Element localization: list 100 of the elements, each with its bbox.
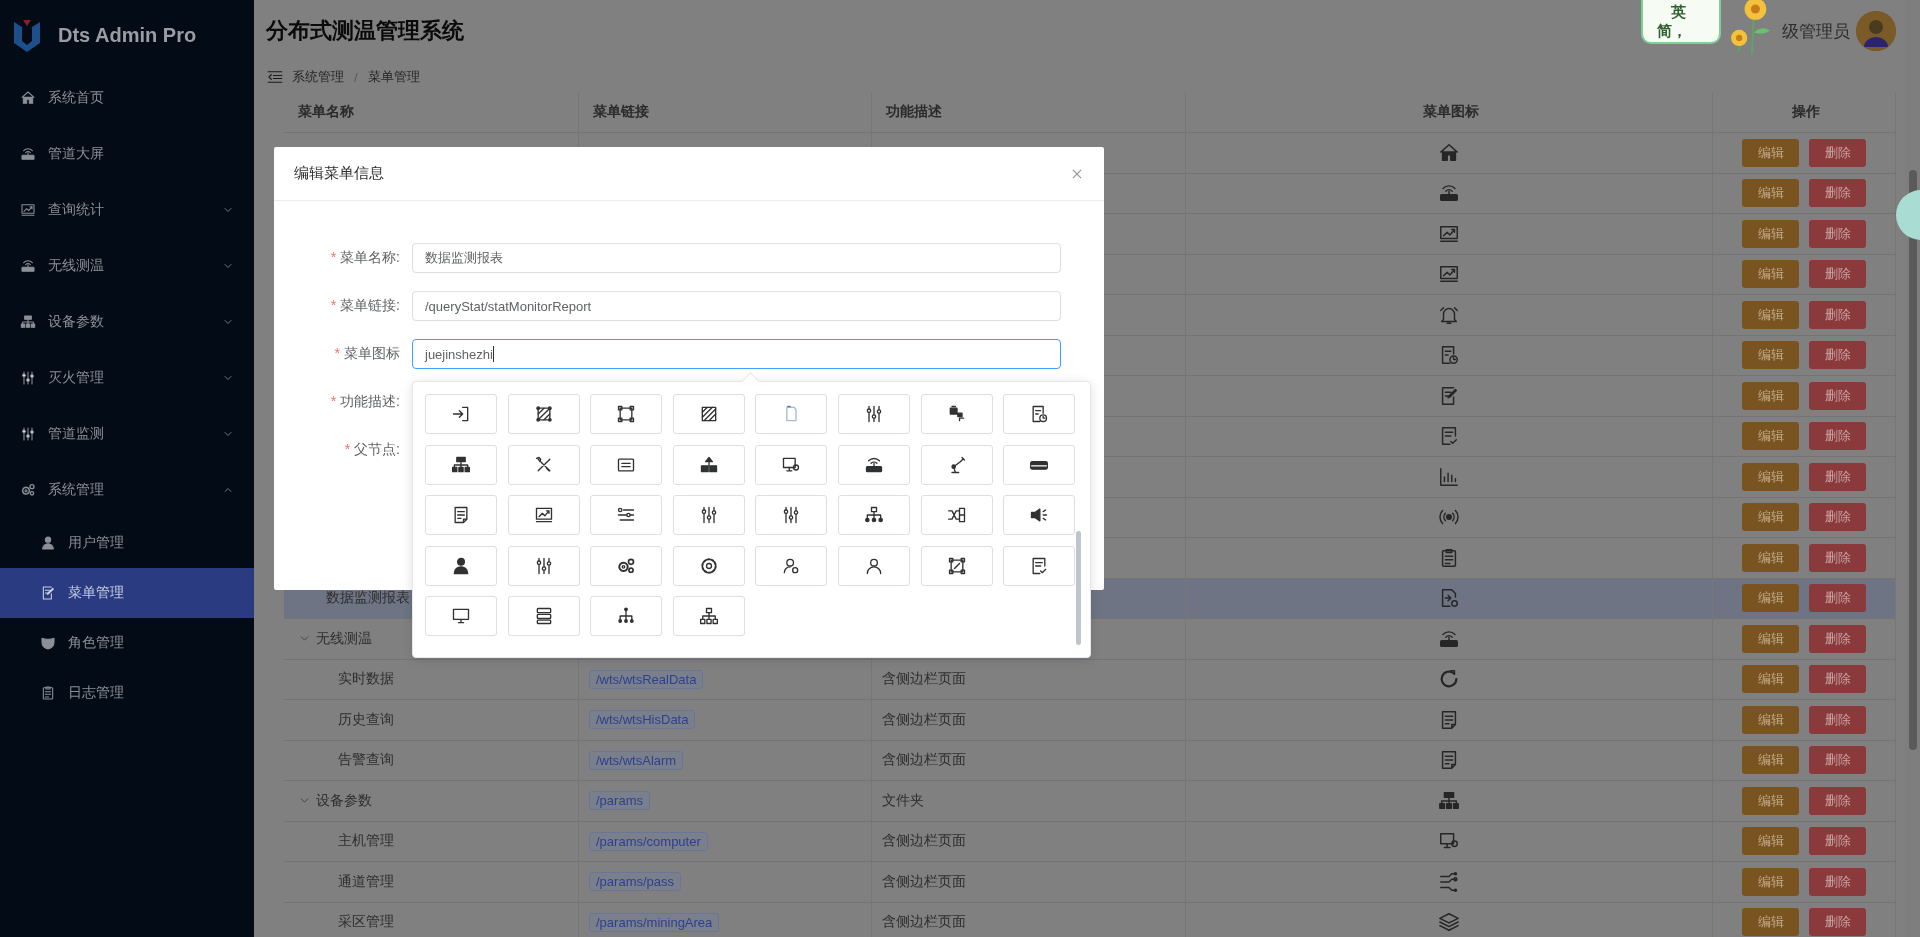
edit-button[interactable]: 编辑	[1742, 462, 1799, 491]
submenu-item[interactable]: 用户管理	[0, 518, 254, 568]
icon-option[interactable]	[1003, 394, 1076, 434]
input-field[interactable]: juejinshezhi	[412, 339, 1061, 369]
edit-button[interactable]: 编辑	[1742, 746, 1799, 775]
icon-option[interactable]	[590, 545, 663, 586]
delete-button[interactable]: 删除	[1809, 341, 1866, 370]
delete-button[interactable]: 删除	[1809, 219, 1866, 248]
description-text: 含侧边栏页面	[882, 872, 966, 891]
icon-option[interactable]	[507, 495, 580, 535]
icon-option[interactable]	[920, 495, 993, 535]
network-icon	[1438, 789, 1460, 812]
icon-option[interactable]	[590, 394, 663, 434]
icon-option[interactable]	[672, 596, 745, 636]
breadcrumb-item[interactable]: 菜单管理	[367, 68, 420, 86]
description-text: 含侧边栏页面	[882, 832, 966, 851]
column-header: 操作	[1792, 103, 1820, 121]
icon-option[interactable]	[425, 444, 497, 485]
edit-button[interactable]: 编辑	[1742, 219, 1799, 248]
required-mark: *	[330, 249, 337, 265]
scrollbar-thumb[interactable]	[1908, 170, 1917, 750]
delete-button[interactable]: 删除	[1809, 584, 1866, 613]
delete-button[interactable]: 删除	[1809, 422, 1866, 451]
icon-option[interactable]	[590, 444, 663, 485]
gears-icon	[20, 482, 36, 498]
user-name[interactable]: 级管理员	[1782, 19, 1850, 43]
icon-option[interactable]	[1003, 545, 1076, 586]
delete-button[interactable]: 删除	[1809, 179, 1866, 208]
edit-button[interactable]: 编辑	[1742, 503, 1799, 532]
router-icon	[20, 146, 36, 162]
delete-button[interactable]: 删除	[1809, 705, 1866, 734]
delete-button[interactable]: 删除	[1809, 908, 1866, 937]
menu-item[interactable]: 无线测温	[0, 238, 254, 294]
delete-button[interactable]: 删除	[1809, 665, 1866, 694]
delete-button[interactable]: 删除	[1809, 462, 1866, 491]
menu-item[interactable]: 查询统计	[0, 182, 254, 238]
edit-button[interactable]: 编辑	[1742, 260, 1799, 289]
edit-button[interactable]: 编辑	[1742, 341, 1799, 370]
edit-button[interactable]: 编辑	[1742, 381, 1799, 410]
edit-button[interactable]: 编辑	[1742, 827, 1799, 856]
icon-option[interactable]	[920, 545, 993, 586]
delete-button[interactable]: 删除	[1809, 300, 1866, 329]
edit-button[interactable]: 编辑	[1742, 584, 1799, 613]
edit-button[interactable]: 编辑	[1742, 138, 1799, 167]
input-field[interactable]: 数据监测报表	[412, 243, 1061, 273]
edit-button[interactable]: 编辑	[1742, 705, 1799, 734]
delete-button[interactable]: 删除	[1809, 786, 1866, 815]
column-header: 菜单链接	[593, 103, 649, 121]
edit-button[interactable]: 编辑	[1742, 543, 1799, 572]
icon-option[interactable]	[590, 495, 663, 535]
menu-item[interactable]: 系统管理	[0, 462, 254, 518]
icon-option[interactable]	[755, 444, 828, 485]
edit-button[interactable]: 编辑	[1742, 179, 1799, 208]
edit-button[interactable]: 编辑	[1742, 624, 1799, 653]
icon-option[interactable]	[672, 444, 745, 485]
submenu-item[interactable]: 角色管理	[0, 618, 254, 668]
menu-item[interactable]: 设备参数	[0, 294, 254, 350]
icon-option[interactable]	[672, 545, 745, 586]
submenu-item[interactable]: 菜单管理	[0, 568, 254, 618]
edit-button[interactable]: 编辑	[1742, 867, 1799, 896]
submenu-item[interactable]: 日志管理	[0, 668, 254, 718]
edit-button[interactable]: 编辑	[1742, 786, 1799, 815]
icon-option[interactable]	[920, 394, 993, 434]
edit-button[interactable]: 编辑	[1742, 422, 1799, 451]
icon-option[interactable]	[425, 495, 497, 535]
icon-option[interactable]	[1003, 444, 1076, 485]
language-sticker[interactable]: 英 简，	[1641, 0, 1721, 44]
edit-button[interactable]: 编辑	[1742, 665, 1799, 694]
delete-button[interactable]: 删除	[1809, 746, 1866, 775]
menu-item[interactable]: 管道监测	[0, 406, 254, 462]
delete-button[interactable]: 删除	[1809, 543, 1866, 572]
icon-option[interactable]	[507, 394, 580, 434]
delete-button[interactable]: 删除	[1809, 867, 1866, 896]
sliders-icon	[20, 426, 36, 442]
icon-option[interactable]	[507, 596, 580, 636]
delete-button[interactable]: 删除	[1809, 381, 1866, 410]
breadcrumb-item[interactable]: 系统管理	[292, 68, 344, 86]
menu-item[interactable]: 灭火管理	[0, 350, 254, 406]
description-text: 含侧边栏页面	[882, 710, 966, 729]
delete-button[interactable]: 删除	[1809, 138, 1866, 167]
delete-button[interactable]: 删除	[1809, 827, 1866, 856]
delete-button[interactable]: 删除	[1809, 624, 1866, 653]
input-field[interactable]: /queryStat/statMonitorReport	[412, 291, 1061, 321]
app-logo-text: Dts Admin Pro	[58, 23, 197, 47]
icon-option[interactable]	[672, 394, 745, 434]
menu-name: 数据监测报表	[326, 589, 410, 608]
scrollbar-thumb[interactable]	[1076, 531, 1081, 645]
icon-option[interactable]	[590, 596, 663, 636]
edit-button[interactable]: 编辑	[1742, 908, 1799, 937]
delete-button[interactable]: 删除	[1809, 503, 1866, 532]
icon-option[interactable]	[1003, 495, 1076, 535]
icon-option[interactable]	[837, 495, 910, 535]
avatar[interactable]	[1856, 11, 1896, 51]
delete-button[interactable]: 删除	[1809, 260, 1866, 289]
edit-button[interactable]: 编辑	[1742, 300, 1799, 329]
chart-icon	[20, 202, 36, 218]
menu-item[interactable]: 系统首页	[0, 70, 254, 126]
icon-option[interactable]	[425, 545, 497, 586]
icon-option[interactable]	[837, 444, 910, 485]
menu-item[interactable]: 管道大屏	[0, 126, 254, 182]
